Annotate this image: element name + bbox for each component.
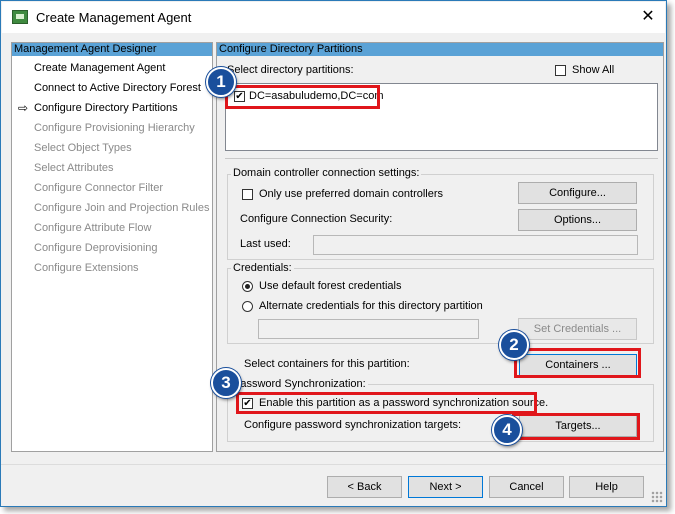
password-sync-title: Password Synchronization: [231, 378, 368, 390]
nav-item-join-projection: Configure Join and Projection Rules [34, 202, 210, 214]
options-button[interactable]: Options... [518, 209, 637, 231]
help-button[interactable]: Help [569, 476, 644, 498]
alternate-credentials-radio[interactable] [242, 301, 253, 312]
title-bar: Create Management Agent ✕ [2, 2, 665, 33]
resize-grip-icon[interactable] [651, 491, 663, 503]
nav-item-create-management-agent[interactable]: Create Management Agent [34, 62, 165, 74]
nav-item-object-types: Select Object Types [34, 142, 132, 154]
callout-box-targets [512, 413, 640, 440]
last-used-field [313, 235, 638, 255]
only-preferred-checkbox[interactable] [242, 189, 253, 200]
callout-badge-1: 1 [206, 67, 236, 97]
nav-item-provisioning-hierarchy: Configure Provisioning Hierarchy [34, 122, 195, 134]
footer-divider [1, 464, 666, 465]
connection-security-label: Configure Connection Security: [240, 213, 393, 225]
password-targets-label: Configure password synchronization targe… [244, 419, 462, 431]
configure-button[interactable]: Configure... [518, 182, 637, 204]
callout-box-containers [514, 348, 641, 378]
show-all-label: Show All [572, 64, 615, 76]
current-step-arrow-icon: ⇨ [18, 101, 29, 115]
alternate-credentials-label: Alternate credentials for this directory… [259, 300, 483, 312]
divider [225, 158, 658, 159]
cancel-button[interactable]: Cancel [489, 476, 564, 498]
partitions-header: Configure Directory Partitions [217, 43, 663, 56]
nav-item-attributes: Select Attributes [34, 162, 114, 174]
set-credentials-button: Set Credentials ... [518, 318, 637, 340]
close-icon[interactable]: ✕ [638, 7, 658, 27]
nav-item-extensions: Configure Extensions [34, 262, 139, 274]
select-partitions-label: Select directory partitions: [227, 64, 354, 76]
only-preferred-label: Only use preferred domain controllers [259, 188, 444, 200]
show-all-checkbox[interactable] [555, 65, 566, 76]
callout-badge-4: 4 [492, 415, 522, 445]
callout-badge-3: 3 [211, 368, 241, 398]
callout-box-partition [225, 85, 380, 109]
designer-nav-header: Management Agent Designer [12, 43, 212, 56]
last-used-label: Last used: [240, 238, 291, 250]
nav-item-connect-forest[interactable]: Connect to Active Directory Forest [34, 82, 201, 94]
default-credentials-radio[interactable] [242, 281, 253, 292]
alternate-credentials-field [258, 319, 479, 339]
credentials-title: Credentials: [231, 262, 294, 274]
nav-item-configure-partitions[interactable]: Configure Directory Partitions [34, 102, 178, 114]
nav-item-attribute-flow: Configure Attribute Flow [34, 222, 152, 234]
app-icon [12, 10, 28, 24]
default-credentials-label: Use default forest credentials [259, 280, 402, 292]
window-title: Create Management Agent [36, 10, 192, 25]
dc-settings-title: Domain controller connection settings: [231, 167, 422, 179]
next-button[interactable]: Next > [408, 476, 483, 498]
nav-item-connector-filter: Configure Connector Filter [34, 182, 164, 194]
nav-item-deprovisioning: Configure Deprovisioning [34, 242, 158, 254]
containers-label: Select containers for this partition: [244, 358, 410, 370]
callout-box-password-sync [236, 392, 537, 414]
callout-badge-2: 2 [499, 330, 529, 360]
designer-nav-pane: Management Agent Designer ⇨ Create Manag… [11, 42, 213, 452]
back-button[interactable]: < Back [327, 476, 402, 498]
